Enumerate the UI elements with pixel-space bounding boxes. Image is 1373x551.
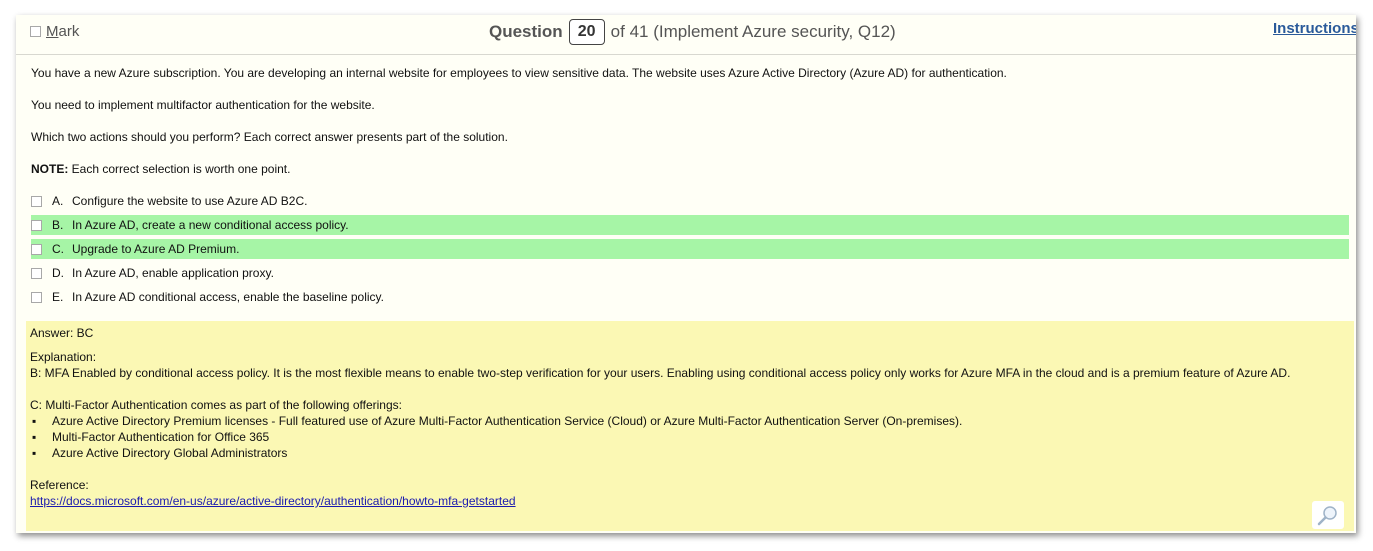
option-a[interactable]: A. Configure the website to use Azure AD… [31, 191, 1349, 211]
mark-toggle[interactable]: Mark [30, 23, 79, 40]
note-label: NOTE: [31, 162, 69, 176]
zoom-button[interactable] [1312, 501, 1344, 529]
option-letter: E. [52, 290, 64, 304]
instructions-link[interactable]: Instructions [1273, 20, 1356, 37]
question-title: Question 20 of 41 (Implement Azure secur… [489, 19, 896, 45]
option-d[interactable]: D. In Azure AD, enable application proxy… [31, 263, 1349, 283]
question-word: Question [489, 22, 563, 41]
option-checkbox[interactable] [31, 267, 42, 279]
list-item: ▪ Multi-Factor Authentication for Office… [30, 429, 1350, 445]
option-text: Configure the website to use Azure AD B2… [72, 194, 308, 208]
option-checkbox[interactable] [31, 243, 42, 255]
magnifier-icon [1317, 506, 1337, 526]
option-text: Upgrade to Azure AD Premium. [72, 242, 240, 256]
option-text: In Azure AD conditional access, enable t… [72, 290, 384, 304]
question-number-field[interactable]: 20 [568, 19, 605, 45]
answer-panel: Answer: BC Explanation: B: MFA Enabled b… [26, 321, 1354, 531]
question-body: You have a new Azure subscription. You a… [31, 66, 1356, 304]
bullet-text: Azure Active Directory Premium licenses … [52, 414, 963, 428]
option-letter: D. [52, 266, 64, 280]
option-letter: B. [52, 218, 64, 232]
option-e[interactable]: E. In Azure AD conditional access, enabl… [31, 287, 1349, 307]
explanation-c: C: Multi-Factor Authentication comes as … [30, 398, 402, 412]
explanation-b: B: MFA Enabled by conditional access pol… [30, 366, 1291, 380]
explanation-label: Explanation: [30, 350, 97, 364]
mark-checkbox[interactable] [30, 26, 41, 37]
list-item: ▪ Azure Active Directory Premium license… [30, 413, 1350, 429]
mark-label: Mark [46, 23, 80, 40]
option-checkbox[interactable] [31, 195, 42, 207]
reference-link[interactable]: https://docs.microsoft.com/en-us/azure/a… [30, 494, 516, 508]
bullet-marker: ▪ [32, 414, 37, 428]
reference-label: Reference: [30, 478, 89, 492]
question-paragraph-3: Which two actions should you perform? Ea… [31, 130, 508, 144]
option-letter: C. [52, 242, 64, 256]
question-paragraph-2: You need to implement multifactor authen… [31, 98, 375, 112]
option-checkbox[interactable] [31, 219, 42, 231]
option-text: In Azure AD, create a new conditional ac… [72, 218, 349, 232]
question-note: NOTE: Each correct selection is worth on… [31, 162, 1356, 194]
option-checkbox[interactable] [31, 291, 42, 303]
note-text: Each correct selection is worth one poin… [68, 162, 291, 176]
bullet-marker: ▪ [32, 446, 37, 460]
option-text: In Azure AD, enable application proxy. [72, 266, 274, 280]
question-header: Mark Question 20 of 41 (Implement Azure … [16, 15, 1356, 55]
list-item: ▪ Azure Active Directory Global Administ… [30, 445, 1350, 461]
option-letter: A. [52, 194, 64, 208]
exam-window: Mark Question 20 of 41 (Implement Azure … [16, 15, 1356, 533]
answer-line: Answer: BC [30, 326, 94, 340]
question-paragraph-1: You have a new Azure subscription. You a… [31, 66, 1007, 80]
question-suffix: of 41 (Implement Azure security, Q12) [610, 22, 896, 41]
answer-options: A. Configure the website to use Azure AD… [31, 191, 1349, 311]
option-b[interactable]: B. In Azure AD, create a new conditional… [31, 215, 1349, 235]
bullet-text: Multi-Factor Authentication for Office 3… [52, 430, 270, 444]
bullet-text: Azure Active Directory Global Administra… [52, 446, 288, 460]
bullet-marker: ▪ [32, 430, 37, 444]
option-c[interactable]: C. Upgrade to Azure AD Premium. [31, 239, 1349, 259]
